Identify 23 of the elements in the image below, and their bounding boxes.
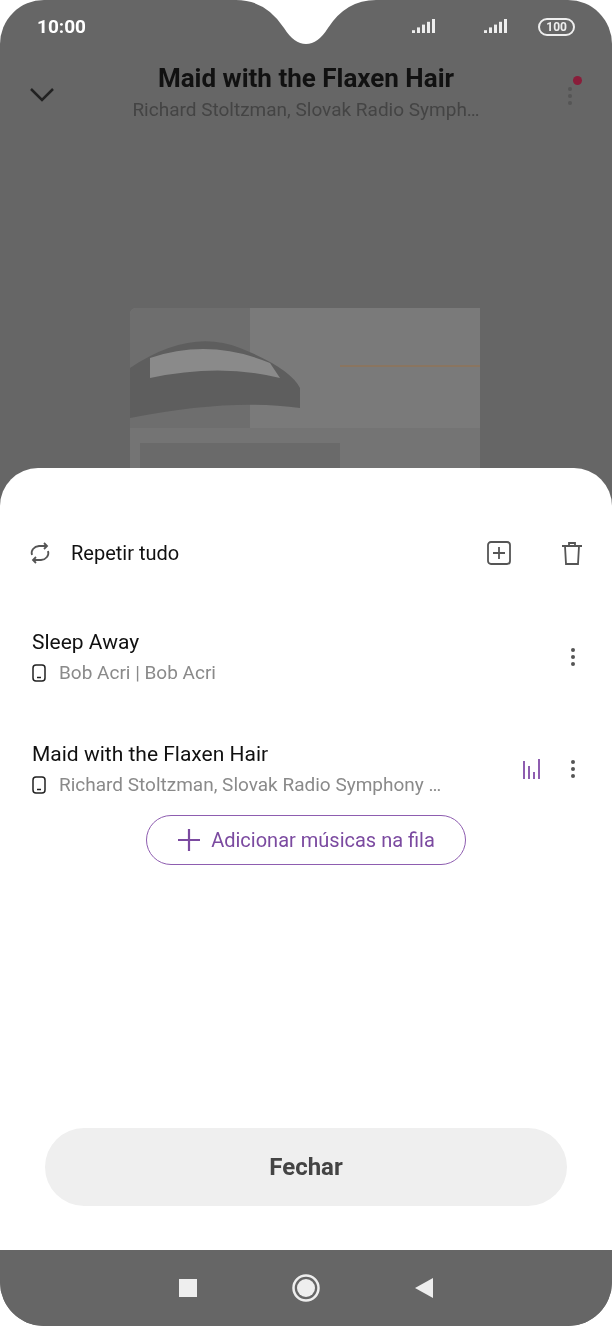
collapse-chevron-icon[interactable] [30,88,54,102]
song-title: Maid with the Flaxen Hair [157,62,455,95]
status-time: 10:00 [37,13,86,40]
close-button[interactable]: Fechar [45,1128,567,1206]
signal-icon [484,19,509,35]
more-options-icon[interactable] [570,759,576,779]
more-options-icon[interactable] [570,647,576,667]
home-icon[interactable] [291,1273,321,1303]
trash-icon[interactable] [561,541,583,565]
equalizer-icon [522,759,542,779]
song-title[interactable]: Sleep Away [32,626,570,657]
phone-icon [32,664,46,682]
add-to-playlist-icon[interactable] [487,541,511,565]
song-artist: Bob Acri | Bob Acri [59,659,216,686]
signal-icon [412,19,437,35]
back-icon[interactable] [415,1278,433,1298]
battery-indicator: 100 [538,18,575,36]
add-songs-button[interactable]: Adicionar músicas na fila [146,815,466,865]
phone-icon [32,776,46,794]
song-artist: Richard Stoltzman, Slovak Radio Symphony … [59,771,442,798]
plus-icon [177,828,202,852]
repeat-label[interactable]: Repetir tudo [71,538,180,568]
song-title[interactable]: Maid with the Flaxen Hair [32,738,512,769]
